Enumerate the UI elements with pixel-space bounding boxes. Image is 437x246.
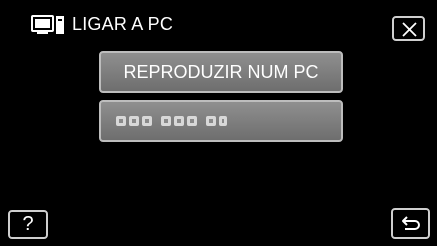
- play-on-pc-button[interactable]: REPRODUZIR NUM PC: [99, 51, 343, 93]
- help-label: ?: [22, 213, 34, 235]
- pc-connection-icon: [31, 15, 65, 35]
- play-on-pc-label: REPRODUZIR NUM PC: [123, 62, 319, 82]
- help-button[interactable]: ?: [8, 210, 48, 239]
- back-button[interactable]: [391, 208, 430, 239]
- header-bar: LIGAR A PC: [0, 0, 437, 42]
- pixelated-menu-button[interactable]: [99, 100, 343, 142]
- close-icon: [402, 22, 417, 37]
- pixelated-text-icon: [116, 114, 252, 128]
- page-title: LIGAR A PC: [72, 14, 174, 34]
- back-arrow-icon: [402, 216, 420, 230]
- close-button[interactable]: [392, 16, 425, 41]
